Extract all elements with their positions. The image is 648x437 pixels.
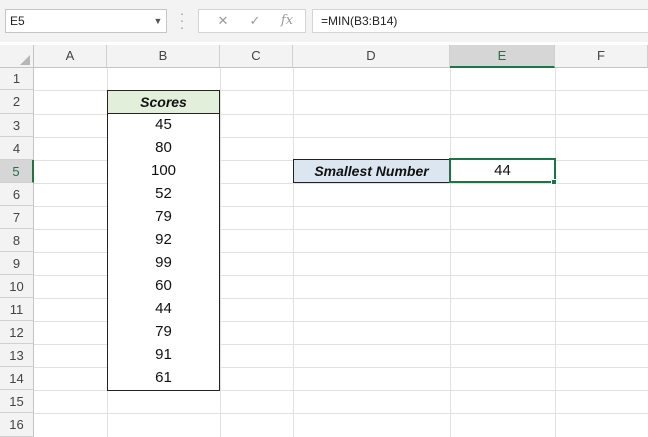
fill-handle[interactable] bbox=[551, 179, 557, 185]
score-cell[interactable]: 79 bbox=[107, 206, 220, 230]
smallest-number-label-cell[interactable]: Smallest Number bbox=[293, 159, 450, 183]
row-header-1[interactable]: 1 bbox=[0, 68, 34, 90]
row-header-8[interactable]: 8 bbox=[0, 229, 34, 252]
score-cell[interactable]: 44 bbox=[107, 298, 220, 322]
close-icon[interactable]: ✕ bbox=[211, 10, 235, 32]
formula-input[interactable]: =MIN(B3:B14) bbox=[312, 9, 648, 33]
row-header-6[interactable]: 6 bbox=[0, 183, 34, 206]
row-header-3[interactable]: 3 bbox=[0, 114, 34, 137]
check-icon[interactable]: ✓ bbox=[243, 10, 267, 32]
chevron-down-icon[interactable]: ▼ bbox=[150, 9, 166, 33]
smallest-number-value-cell[interactable]: 44 bbox=[449, 158, 556, 183]
row-header-16[interactable]: 16 bbox=[0, 413, 34, 437]
row-header-12[interactable]: 12 bbox=[0, 321, 34, 344]
row-header-15[interactable]: 15 bbox=[0, 390, 34, 413]
score-cell[interactable]: 45 bbox=[107, 114, 220, 138]
score-cell[interactable]: 79 bbox=[107, 321, 220, 345]
row-header-9[interactable]: 9 bbox=[0, 252, 34, 275]
row-header-11[interactable]: 11 bbox=[0, 298, 34, 321]
score-cell[interactable]: 100 bbox=[107, 160, 220, 184]
select-all-icon bbox=[20, 55, 30, 65]
name-box[interactable]: E5 bbox=[5, 9, 167, 33]
column-header-b[interactable]: B bbox=[107, 45, 220, 68]
score-cell[interactable]: 80 bbox=[107, 137, 220, 161]
score-cell[interactable]: 92 bbox=[107, 229, 220, 253]
column-header-c[interactable]: C bbox=[220, 45, 293, 68]
spreadsheet-grid[interactable] bbox=[0, 45, 648, 437]
score-cell[interactable]: 99 bbox=[107, 252, 220, 276]
row-header-13[interactable]: 13 bbox=[0, 344, 34, 367]
score-cell[interactable]: 60 bbox=[107, 275, 220, 299]
row-header-2[interactable]: 2 bbox=[0, 90, 34, 114]
gridline bbox=[34, 413, 648, 414]
row-header-4[interactable]: 4 bbox=[0, 137, 34, 160]
row-header-5[interactable]: 5 bbox=[0, 160, 34, 183]
score-cell[interactable]: 91 bbox=[107, 344, 220, 368]
row-header-7[interactable]: 7 bbox=[0, 206, 34, 229]
column-header-e[interactable]: E bbox=[450, 45, 555, 68]
column-header-d[interactable]: D bbox=[293, 45, 450, 68]
row-header-10[interactable]: 10 bbox=[0, 275, 34, 298]
column-header-a[interactable]: A bbox=[34, 45, 107, 68]
score-cell[interactable]: 52 bbox=[107, 183, 220, 207]
column-header-f[interactable]: F bbox=[555, 45, 648, 68]
fx-icon[interactable]: fx bbox=[275, 10, 299, 32]
formula-buttons: ✕ ✓ fx bbox=[198, 9, 306, 33]
score-cell[interactable]: 61 bbox=[107, 367, 220, 391]
scores-header-cell[interactable]: Scores bbox=[107, 90, 220, 114]
drag-handle-icon[interactable]: · · · bbox=[178, 6, 186, 34]
row-header-14[interactable]: 14 bbox=[0, 367, 34, 390]
